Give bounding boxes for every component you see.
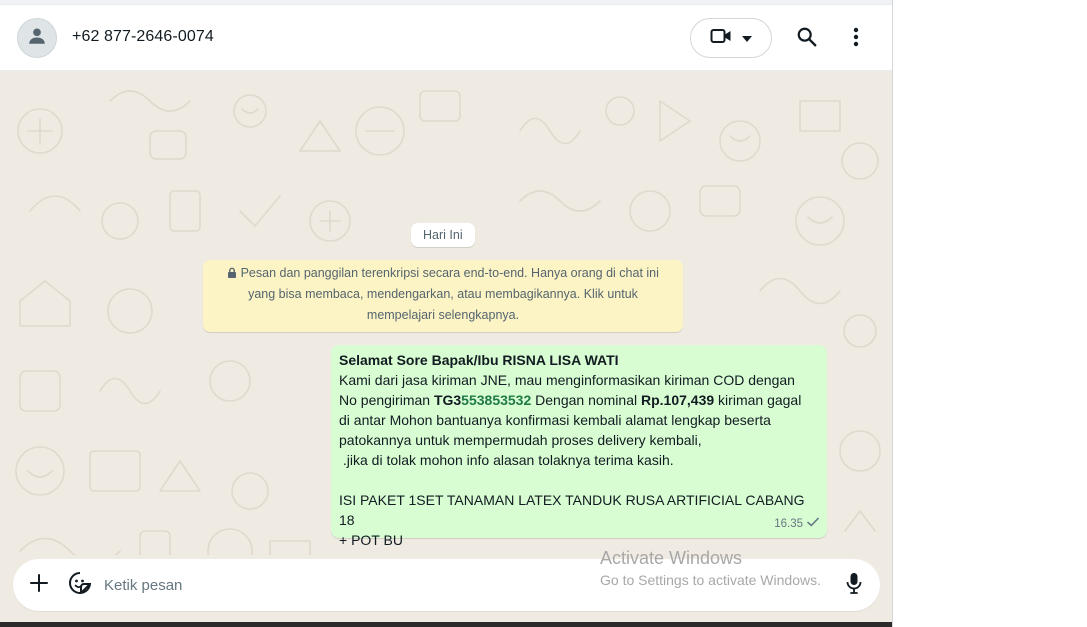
contact-name[interactable]: +62 877-2646-0074 (72, 28, 214, 46)
message-meta: 16.35 (774, 514, 819, 534)
message-area[interactable]: Hari Ini Pesan dan panggilan terenkripsi… (0, 71, 892, 555)
video-camera-icon (710, 27, 732, 50)
message-line: patokannya untuk mempermudah proses deli… (339, 432, 702, 448)
message-line: .jika di tolak mohon info alasan tolakny… (339, 452, 674, 468)
chat-window: +62 877-2646-0074 Hari Ini Pesan dan pan… (0, 0, 893, 627)
message-text: Dengan nominal (531, 392, 641, 408)
lock-icon (227, 266, 240, 280)
plus-icon (30, 573, 48, 597)
message-text: No pengiriman (339, 392, 434, 408)
avatar[interactable] (17, 18, 57, 58)
activate-windows-watermark: Activate Windows Go to Settings to activ… (600, 547, 821, 590)
message-line: di antar Mohon bantuanya konfirmasi kemb… (339, 412, 771, 428)
watermark-title: Activate Windows (600, 548, 743, 568)
encryption-notice[interactable]: Pesan dan panggilan terenkripsi secara e… (203, 260, 683, 332)
person-icon (26, 25, 48, 52)
tracking-number-link[interactable]: 553853532 (461, 392, 531, 408)
message-greeting: Selamat Sore Bapak/Ibu RISNA LISA WATI (339, 352, 619, 368)
chat-header[interactable]: +62 877-2646-0074 (0, 5, 892, 71)
caret-down-icon (742, 29, 752, 47)
sticker-icon (68, 571, 92, 600)
message-time: 16.35 (774, 518, 803, 530)
message-line: No pengiriman TG3553853532 Dengan nomina… (339, 390, 819, 410)
search-icon (796, 26, 818, 53)
message-line: Kami dari jasa kiriman JNE, mau menginfo… (339, 372, 795, 388)
date-chip: Hari Ini (411, 223, 475, 247)
single-check-icon (807, 514, 819, 534)
encryption-notice-text: Pesan dan panggilan terenkripsi secara e… (240, 266, 659, 322)
amount: Rp.107,439 (641, 392, 715, 408)
video-call-button[interactable] (690, 18, 772, 58)
message-line: ISI PAKET 1SET TANAMAN LATEX TANDUK RUSA… (339, 492, 805, 528)
voice-message-button[interactable] (842, 572, 866, 598)
tracking-prefix: TG3 (433, 392, 462, 408)
menu-button[interactable] (843, 26, 869, 52)
attach-button[interactable] (27, 573, 51, 597)
window-bottom-edge (0, 622, 892, 627)
microphone-icon (846, 572, 862, 599)
outgoing-message[interactable]: Selamat Sore Bapak/Ibu RISNA LISA WATI K… (331, 345, 827, 548)
sticker-button[interactable] (67, 571, 93, 600)
watermark-subtitle: Go to Settings to activate Windows. (600, 572, 821, 588)
search-button[interactable] (794, 26, 820, 52)
message-text: kiriman gagal (714, 392, 802, 408)
more-vertical-icon (853, 27, 859, 52)
